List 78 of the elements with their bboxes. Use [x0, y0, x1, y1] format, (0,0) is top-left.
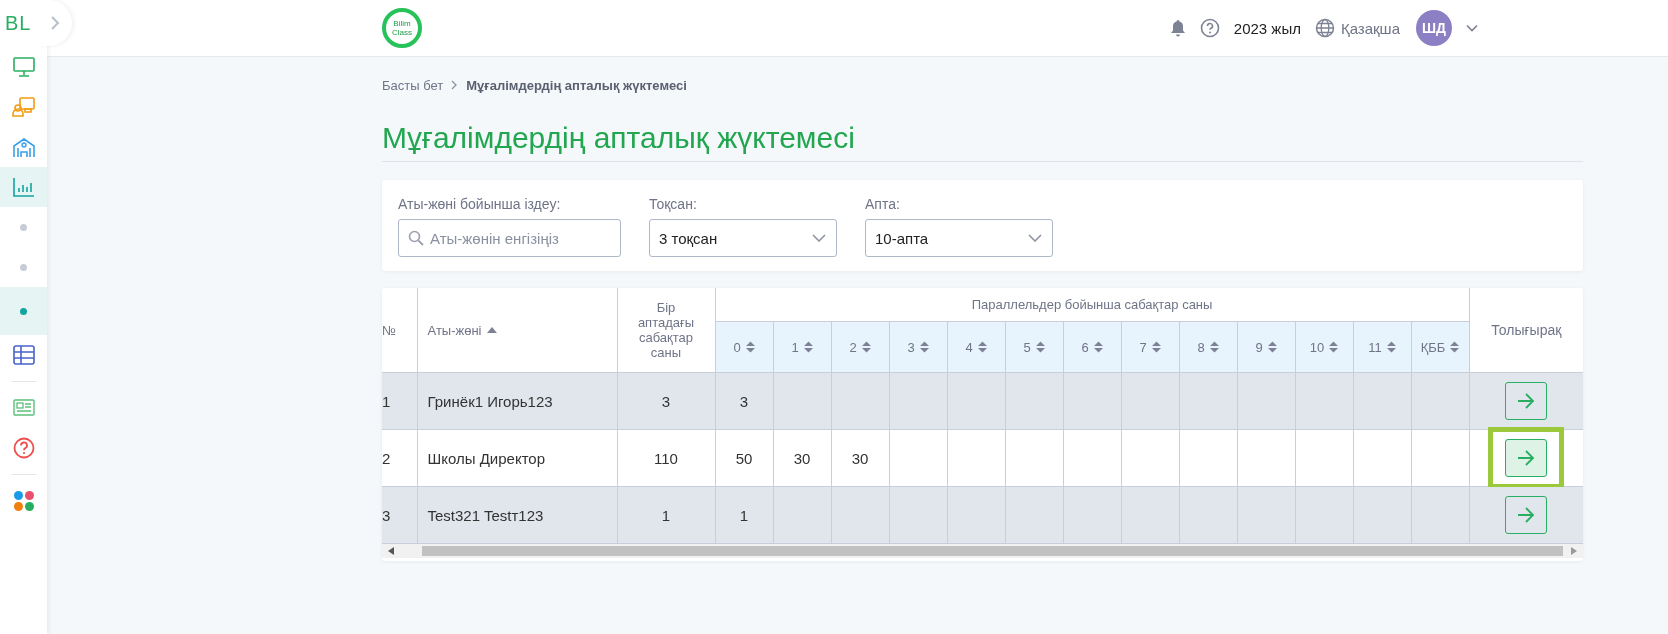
chevron-right-icon[interactable] [50, 15, 60, 31]
arrow-right-icon [1517, 507, 1536, 523]
sort-icon[interactable] [1209, 341, 1219, 353]
table-cell: 3 [617, 372, 715, 430]
sort-icon[interactable] [1035, 341, 1045, 353]
horizontal-scrollbar[interactable] [382, 544, 1583, 558]
sort-icon[interactable] [803, 341, 813, 353]
column-header[interactable]: 7 [1121, 321, 1179, 373]
search-field[interactable]: Аты-жөнін енгізіңіз [398, 219, 621, 257]
table-cell: 50 [735, 449, 753, 467]
chevron-right-icon [451, 80, 459, 90]
column-header[interactable]: 0 [715, 321, 773, 373]
table-cell: 1 [739, 506, 749, 524]
scroll-right-icon[interactable] [1571, 547, 1577, 555]
details-button[interactable] [1505, 382, 1548, 420]
column-header[interactable]: Аты-жөні [417, 288, 617, 373]
globe-icon[interactable] [1314, 18, 1335, 38]
sort-icon[interactable] [1093, 341, 1103, 353]
column-header: Бір аптадағы сабақтар саны [617, 288, 715, 373]
table-cell: 110 [617, 429, 715, 487]
table-cell: 2 [382, 429, 417, 487]
table-cell: 3 [382, 486, 417, 544]
table-cell: 30 [793, 449, 811, 467]
chevron-down-icon[interactable] [1466, 24, 1478, 32]
sort-icon[interactable] [861, 341, 871, 353]
language-selector[interactable]: Қазақша [1340, 19, 1400, 37]
brand-logo: Bilim Class [382, 8, 422, 48]
sort-icon[interactable] [1450, 341, 1460, 353]
notification-icon[interactable] [1169, 19, 1186, 37]
column-header[interactable]: 10 [1295, 321, 1353, 373]
field-label: Тоқсан: [649, 196, 698, 212]
chart-icon[interactable] [0, 167, 47, 207]
table-cell: Школы Директор [417, 429, 617, 487]
column-header[interactable]: 9 [1237, 321, 1295, 373]
table-cell: Test321 Testт123 [417, 486, 617, 544]
column-header[interactable]: 6 [1063, 321, 1121, 373]
user-avatar[interactable]: ШД [1416, 10, 1452, 46]
details-button[interactable] [1505, 439, 1548, 477]
arrow-right-icon [1517, 393, 1536, 409]
dropdown[interactable]: 3 тоқсан [649, 219, 837, 257]
sort-icon[interactable] [1151, 341, 1161, 353]
column-group-header: Параллельдер бойынша сабақтар саны [715, 288, 1470, 322]
table-cell: 30 [851, 449, 869, 467]
table-cell: 1 [617, 486, 715, 544]
sort-icon[interactable] [919, 341, 929, 353]
details-button[interactable] [1505, 496, 1548, 534]
table-cell: 1 [382, 372, 417, 430]
sort-icon[interactable] [1267, 341, 1277, 353]
column-header[interactable]: 5 [1005, 321, 1063, 373]
chevron-down-icon[interactable] [1028, 234, 1042, 242]
table-cell: 3 [739, 392, 749, 410]
sort-ascending-icon[interactable] [486, 327, 497, 333]
sort-icon[interactable] [745, 341, 755, 353]
logo: BL [5, 12, 32, 35]
help-icon[interactable] [1199, 18, 1220, 38]
search-icon [408, 230, 424, 246]
breadcrumb-item: Мұғалімдердің апталық жүктемесі [466, 77, 687, 93]
column-header[interactable]: 3 [889, 321, 947, 373]
column-header: № [382, 288, 417, 373]
scroll-left-icon[interactable] [388, 547, 394, 555]
table-cell: Гринёк1 Игорь123 [417, 372, 617, 430]
column-header[interactable]: 11 [1353, 321, 1411, 373]
sort-icon[interactable] [977, 341, 987, 353]
sort-icon[interactable] [1329, 341, 1339, 353]
page-title: Мұғалімдердің апталық жүктемесі [382, 121, 1583, 162]
column-header[interactable]: 8 [1179, 321, 1237, 373]
field-label: Аты-жөні бойынша іздеу: [398, 196, 562, 212]
breadcrumb-item[interactable]: Басты бет [382, 77, 444, 93]
chevron-down-icon[interactable] [812, 234, 826, 242]
field-label: Апта: [865, 196, 901, 212]
column-header[interactable]: ҚББ [1411, 321, 1470, 373]
column-header[interactable]: 2 [831, 321, 889, 373]
dropdown[interactable]: 10-апта [865, 219, 1053, 257]
arrow-right-icon [1517, 450, 1536, 466]
column-header[interactable]: 1 [773, 321, 831, 373]
column-header[interactable]: 4 [947, 321, 1005, 373]
year-selector[interactable]: 2023 жыл [1233, 19, 1301, 37]
sort-icon[interactable] [1386, 341, 1396, 353]
